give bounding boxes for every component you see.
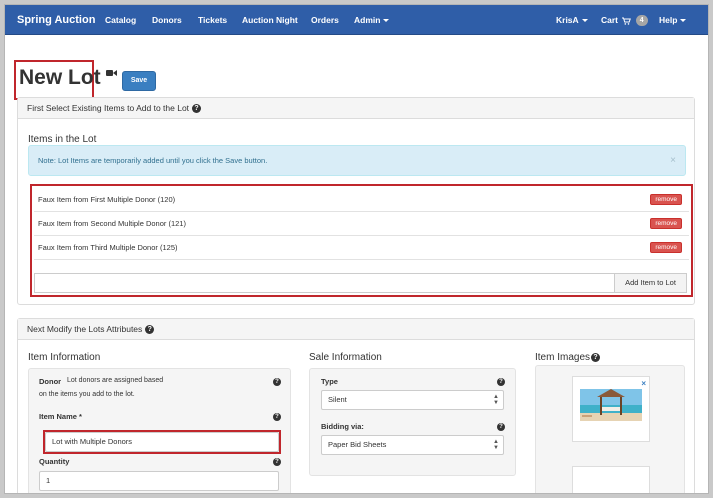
help-icon[interactable]: ?	[145, 325, 155, 335]
cart-icon	[622, 17, 632, 25]
lot-items-list: Faux Item from First Multiple Donor (120…	[30, 184, 693, 297]
item-images-label: Item Images	[535, 352, 591, 363]
select-arrows-icon: ▲ ▼	[493, 439, 499, 451]
nav-catalog[interactable]: Catalog	[105, 5, 136, 35]
nav-admin-dropdown[interactable]: Admin	[354, 5, 390, 35]
list-item: Faux Item from Second Multiple Donor (12…	[34, 212, 689, 236]
select-arrows-icon: ▲ ▼	[493, 394, 499, 406]
beach-cabana-image	[573, 377, 649, 441]
add-item-button[interactable]: Add Item to Lot	[614, 273, 687, 293]
remove-button[interactable]: remove	[650, 242, 682, 253]
top-navbar: Spring Auction Catalog Donors Tickets Au…	[5, 5, 708, 35]
nav-admin-label: Admin	[354, 15, 381, 25]
alert-text: Note: Lot Items are temporarily added un…	[38, 156, 268, 165]
chevron-down-icon	[581, 19, 588, 23]
chevron-down-icon	[680, 19, 687, 23]
nav-user-dropdown[interactable]: KrisA	[556, 5, 588, 35]
nav-help-label: Help	[659, 15, 678, 25]
browser-viewport: Spring Auction Catalog Donors Tickets Au…	[4, 4, 709, 494]
items-panel-heading: First Select Existing Items to Add to th…	[27, 103, 190, 113]
help-icon[interactable]: ?	[497, 378, 505, 386]
items-panel-header: First Select Existing Items to Add to th…	[18, 98, 694, 119]
item-label: Faux Item from First Multiple Donor (120…	[38, 195, 176, 204]
nav-auction-night[interactable]: Auction Night	[242, 5, 298, 35]
chevron-down-icon	[383, 19, 390, 23]
remove-button[interactable]: remove	[650, 194, 682, 205]
bidding-select[interactable]: Paper Bid Sheets ▲ ▼	[321, 435, 504, 455]
nav-donors[interactable]: Donors	[152, 5, 182, 35]
image-thumbnail-card[interactable]: ×	[572, 376, 650, 442]
save-button[interactable]: Save	[122, 71, 156, 91]
brand-link[interactable]: Spring Auction	[17, 5, 95, 35]
page-title: New Lot	[19, 66, 101, 89]
cart-count-badge: 4	[635, 15, 648, 27]
help-icon[interactable]: ?	[273, 413, 281, 421]
items-panel: First Select Existing Items to Add to th…	[17, 97, 695, 305]
donor-text-1: Lot donors are assigned based	[67, 377, 164, 384]
quantity-label: Quantity	[39, 457, 70, 466]
item-name-input[interactable]: Lot with Multiple Donors	[45, 432, 279, 452]
nav-user-label: KrisA	[556, 15, 579, 25]
item-images-title: Item Images?	[535, 352, 601, 363]
video-camera-icon[interactable]	[106, 69, 117, 77]
type-select-value: Silent	[328, 395, 347, 404]
help-icon[interactable]: ?	[192, 104, 202, 114]
bidding-select-value: Paper Bid Sheets	[328, 440, 387, 449]
remove-image-icon[interactable]: ×	[641, 379, 646, 388]
help-icon[interactable]: ?	[591, 352, 601, 362]
add-item-input[interactable]	[34, 273, 615, 293]
donor-text-2: on the items you add to the lot.	[39, 391, 135, 398]
remove-button[interactable]: remove	[650, 218, 682, 229]
info-alert: Note: Lot Items are temporarily added un…	[28, 145, 686, 176]
image-upload-card[interactable]	[572, 466, 650, 493]
list-item: Faux Item from Third Multiple Donor (125…	[34, 236, 689, 260]
help-icon[interactable]: ?	[273, 458, 281, 466]
help-icon[interactable]: ?	[273, 378, 281, 386]
item-label: Faux Item from Second Multiple Donor (12…	[38, 219, 186, 228]
quantity-input[interactable]: 1	[39, 471, 279, 491]
item-info-title: Item Information	[28, 352, 101, 363]
sale-info-title: Sale Information	[309, 352, 382, 363]
item-name-label: Item Name *	[39, 412, 82, 421]
bidding-label: Bidding via:	[321, 422, 364, 431]
attributes-panel-header: Next Modify the Lots Attributes?	[18, 319, 694, 340]
nav-help-dropdown[interactable]: Help	[659, 5, 687, 35]
help-icon[interactable]: ?	[497, 423, 505, 431]
nav-cart-label: Cart	[601, 15, 619, 25]
list-item: Faux Item from First Multiple Donor (120…	[34, 188, 689, 212]
close-icon[interactable]: ×	[670, 146, 676, 175]
nav-cart[interactable]: Cart 4	[601, 5, 648, 35]
type-select[interactable]: Silent ▲ ▼	[321, 390, 504, 410]
items-section-title: Items in the Lot	[28, 134, 97, 145]
attributes-panel-heading: Next Modify the Lots Attributes	[27, 324, 143, 334]
type-label: Type	[321, 377, 338, 386]
donor-label: Donor	[39, 377, 62, 386]
nav-tickets[interactable]: Tickets	[198, 5, 227, 35]
item-label: Faux Item from Third Multiple Donor (125…	[38, 243, 178, 252]
nav-orders[interactable]: Orders	[311, 5, 339, 35]
